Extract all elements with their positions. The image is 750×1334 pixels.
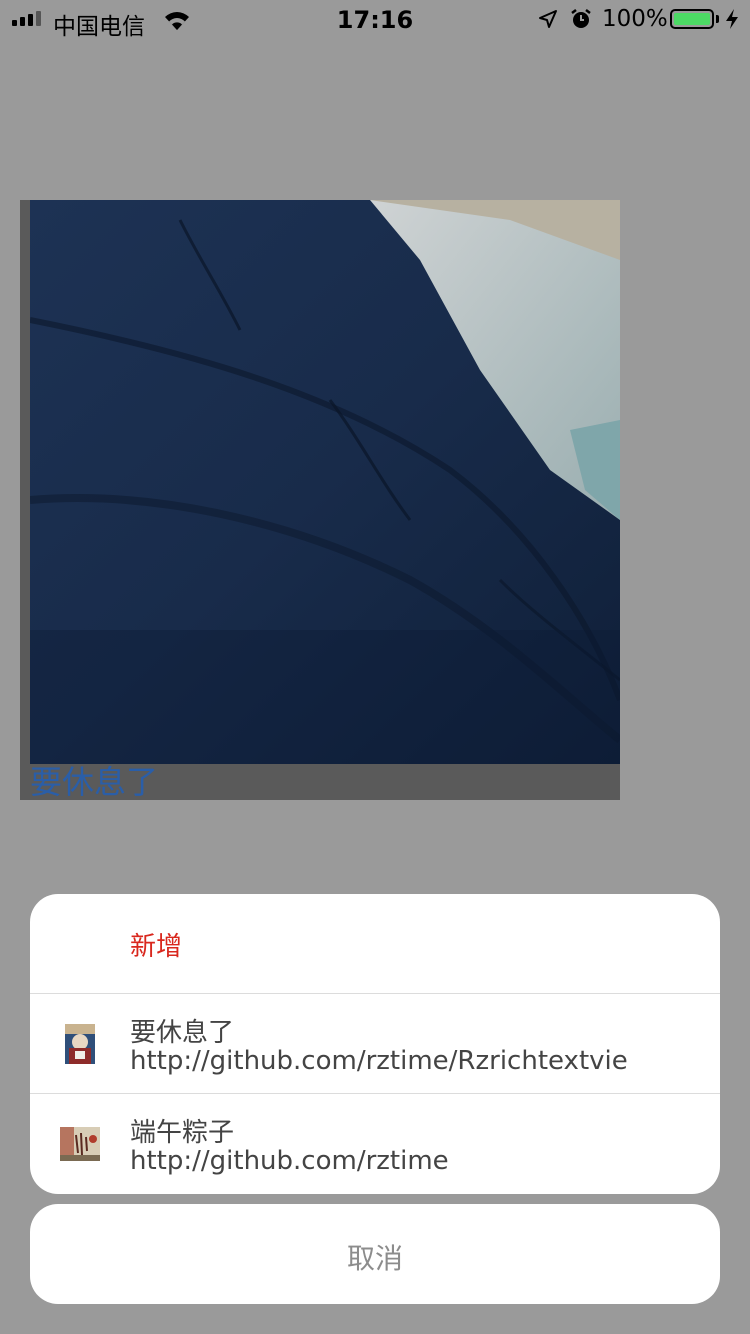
add-new-label: 新增 — [130, 932, 183, 962]
list-item[interactable]: 要休息了 http://github.com/rztime/Rzrichtext… — [30, 993, 720, 1094]
preview-card: 要休息了 — [20, 200, 620, 801]
item-title: 要休息了 — [130, 1018, 235, 1048]
action-sheet: 新增 要休息了 http://github.com/rztime/Rzricht… — [30, 894, 720, 1194]
item-url: http://github.com/rztime/Rzrichtextvie — [130, 1046, 628, 1076]
alarm-clock-icon — [571, 9, 591, 28]
battery-percentage: 100% — [602, 6, 668, 32]
item-title: 端午粽子 — [130, 1118, 235, 1148]
preview-photo[interactable] — [30, 200, 620, 764]
battery-cap — [716, 15, 719, 23]
add-new-option[interactable]: 新增 — [30, 894, 720, 994]
location-arrow-icon — [539, 10, 557, 28]
list-item[interactable]: 端午粽子 http://github.com/rztime — [30, 1093, 720, 1194]
preview-caption: 要休息了 — [30, 763, 159, 801]
cancel-button[interactable]: 取消 — [30, 1204, 720, 1304]
status-bar: 中国电信 17:16 100% — [0, 0, 750, 40]
item-thumbnail — [65, 1024, 95, 1064]
cancel-label: 取消 — [346, 1242, 403, 1275]
battery-icon — [670, 9, 714, 29]
charging-bolt-icon — [726, 9, 738, 29]
item-thumbnail — [60, 1127, 100, 1161]
item-url: http://github.com/rztime — [130, 1146, 449, 1176]
